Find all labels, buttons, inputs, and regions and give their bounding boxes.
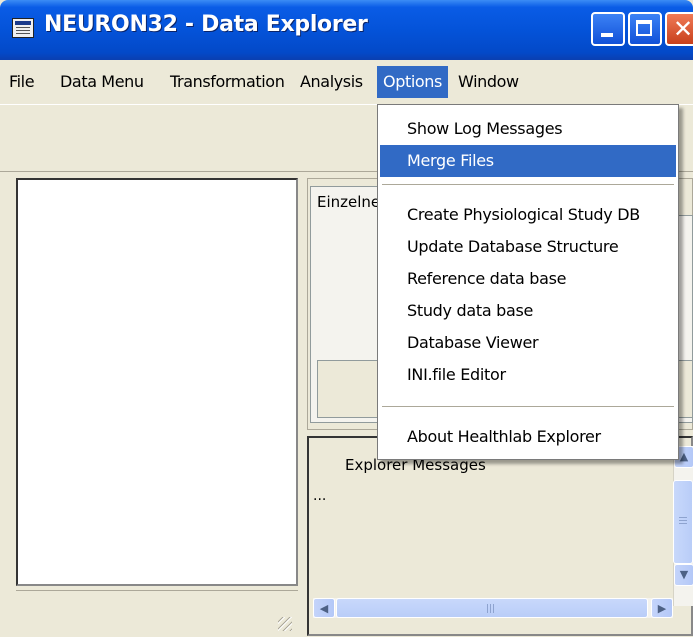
close-icon: ✕ — [673, 15, 693, 43]
resize-grip-icon[interactable] — [278, 617, 292, 631]
title-bar[interactable]: NEURON32 - Data Explorer ✕ — [0, 0, 693, 60]
menu-ini-file-editor[interactable]: INI.file Editor — [380, 359, 676, 391]
maximize-icon — [636, 20, 652, 36]
menu-transformation[interactable]: Transformation — [164, 66, 290, 98]
options-dropdown-menu: Show Log Messages Merge Files Create Phy… — [377, 104, 679, 460]
minimize-button[interactable] — [591, 12, 625, 46]
menu-data-menu[interactable]: Data Menu — [54, 66, 150, 98]
menu-update-database-structure[interactable]: Update Database Structure — [380, 231, 676, 263]
main-window: NEURON32 - Data Explorer ✕ File Data Men… — [0, 0, 693, 637]
menu-show-log-messages[interactable]: Show Log Messages — [380, 113, 676, 145]
menu-window[interactable]: Window — [452, 66, 525, 98]
explorer-tree-panel[interactable] — [16, 178, 298, 586]
menu-study-data-base[interactable]: Study data base — [380, 295, 676, 327]
minimize-icon — [601, 33, 613, 37]
menu-separator — [382, 184, 674, 186]
menu-about-healthlab-explorer[interactable]: About Healthlab Explorer — [380, 421, 676, 453]
messages-content: ... — [313, 488, 327, 504]
menu-database-viewer[interactable]: Database Viewer — [380, 327, 676, 359]
scroll-down-icon[interactable]: ▼ — [674, 564, 693, 586]
menu-reference-data-base[interactable]: Reference data base — [380, 263, 676, 295]
app-window-icon[interactable] — [12, 18, 34, 38]
menu-analysis[interactable]: Analysis — [294, 66, 369, 98]
menu-options[interactable]: Options — [377, 66, 448, 98]
close-button[interactable]: ✕ — [665, 12, 693, 46]
menu-bar: File Data Menu Transformation Analysis O… — [0, 60, 693, 104]
menu-merge-files[interactable]: Merge Files — [380, 145, 676, 177]
tab-einzelne[interactable]: Einzelne — [310, 186, 380, 216]
menu-create-physiological-study-db[interactable]: Create Physiological Study DB — [380, 199, 676, 231]
menu-file[interactable]: File — [3, 66, 40, 98]
vertical-scroll-thumb[interactable] — [673, 480, 693, 564]
scroll-left-icon[interactable]: ◀ — [313, 598, 335, 618]
menu-separator — [382, 406, 674, 408]
status-bar — [16, 590, 298, 637]
maximize-button[interactable] — [628, 12, 662, 46]
scroll-right-icon[interactable]: ▶ — [651, 598, 673, 618]
horizontal-scroll-thumb[interactable] — [336, 598, 648, 618]
window-title: NEURON32 - Data Explorer — [44, 12, 368, 37]
